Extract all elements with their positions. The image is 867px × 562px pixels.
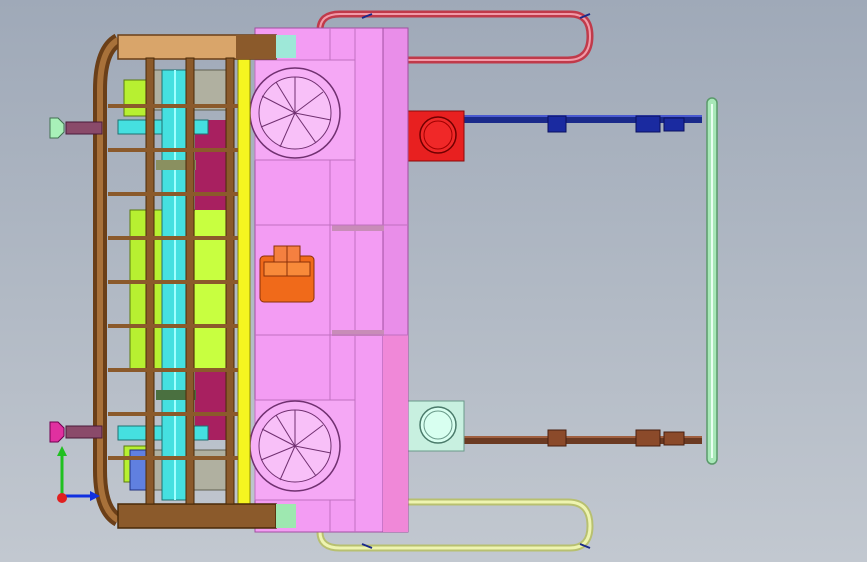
yellow-strip (237, 57, 251, 505)
fan-wheel-bottom[interactable] (249, 400, 341, 492)
brown-rod (464, 429, 702, 447)
red-motor-box[interactable] (407, 110, 465, 162)
y-axis-arrow-icon (57, 446, 67, 456)
mint-motor-box[interactable] (407, 400, 465, 452)
navy-rod (464, 115, 702, 133)
z-axis (57, 493, 67, 503)
axis-triad (57, 446, 100, 503)
green-vertical-rail[interactable] (706, 97, 718, 465)
assembly-model[interactable] (0, 0, 867, 562)
fan-wheel-top[interactable] (249, 67, 341, 159)
cad-viewport[interactable] (0, 0, 867, 562)
x-axis-arrow-icon (90, 491, 100, 501)
